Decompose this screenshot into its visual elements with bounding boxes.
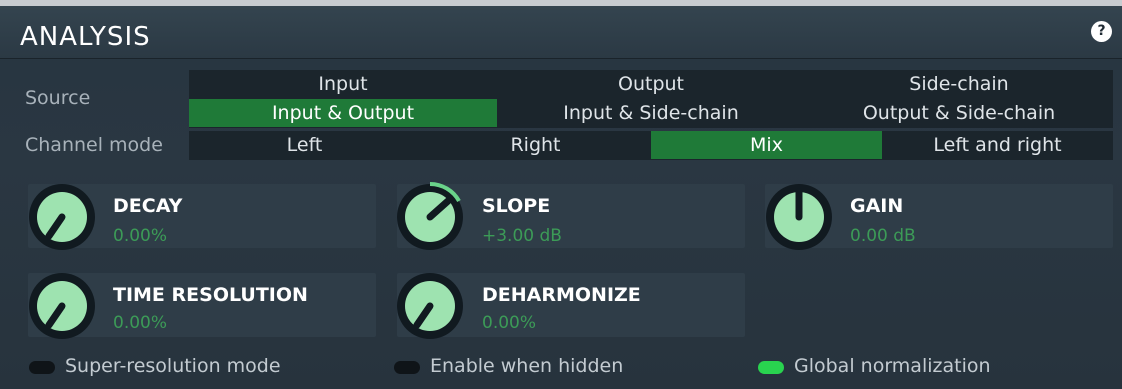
- slope-name: SLOPE: [482, 195, 551, 217]
- global-normalization-label: Global normalization: [794, 355, 991, 377]
- super-resolution-toggle[interactable]: [29, 361, 55, 374]
- gain-value: 0.00 dB: [850, 226, 916, 246]
- panel-title: ANALYSIS: [20, 22, 151, 52]
- decay-value: 0.00%: [113, 226, 168, 246]
- source-label: Source: [25, 87, 91, 109]
- deharmonize-value: 0.00%: [482, 313, 537, 333]
- channel-mode-label: Channel mode: [25, 134, 163, 156]
- help-icon[interactable]: ?: [1091, 21, 1112, 42]
- source-option-input[interactable]: Input: [189, 70, 497, 98]
- gain-knob[interactable]: [763, 181, 835, 253]
- gain-name: GAIN: [850, 195, 904, 217]
- channel-option-left[interactable]: Left: [189, 131, 420, 159]
- super-resolution-label: Super-resolution mode: [65, 355, 281, 377]
- decay-knob[interactable]: [26, 181, 98, 253]
- channel-option-right[interactable]: Right: [420, 131, 651, 159]
- deharmonize-knob[interactable]: [394, 270, 466, 342]
- deharmonize-name: DEHARMONIZE: [482, 284, 641, 306]
- time-resolution-knob[interactable]: [26, 270, 98, 342]
- slope-value: +3.00 dB: [482, 226, 562, 246]
- source-option-output-side-chain[interactable]: Output & Side-chain: [805, 99, 1113, 127]
- time-resolution-name: TIME RESOLUTION: [113, 284, 308, 306]
- enable-when-hidden-label: Enable when hidden: [430, 355, 624, 377]
- source-option-side-chain[interactable]: Side-chain: [805, 70, 1113, 98]
- panel-header: ANALYSIS ?: [0, 6, 1122, 59]
- source-option-output[interactable]: Output: [497, 70, 805, 98]
- time-resolution-value: 0.00%: [113, 313, 168, 333]
- slope-knob[interactable]: [394, 181, 466, 253]
- source-option-input-side-chain[interactable]: Input & Side-chain: [497, 99, 805, 127]
- source-option-input-output[interactable]: Input & Output: [189, 99, 497, 127]
- channel-option-left-and-right[interactable]: Left and right: [882, 131, 1113, 159]
- global-normalization-toggle[interactable]: [758, 361, 784, 374]
- enable-when-hidden-toggle[interactable]: [394, 361, 420, 374]
- channel-option-mix[interactable]: Mix: [651, 131, 882, 159]
- decay-name: DECAY: [113, 195, 183, 217]
